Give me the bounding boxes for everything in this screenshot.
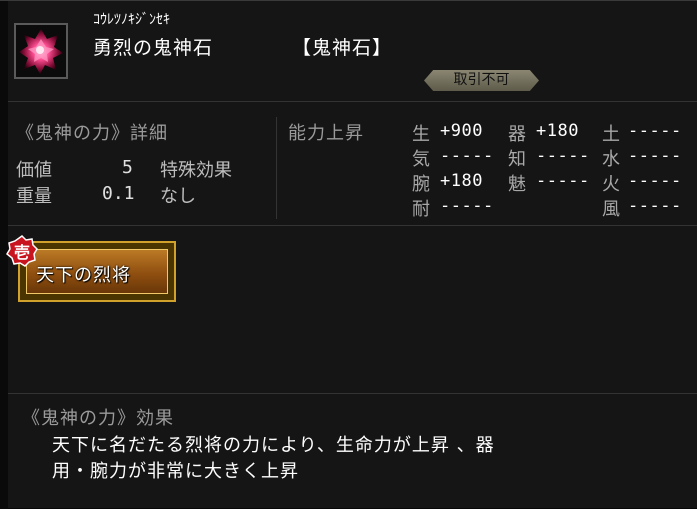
item-category: 【鬼神石】	[292, 37, 393, 59]
item-tooltip-panel: ｺｳﾚﾂﾉｷｼﾞﾝｾｷ 勇烈の鬼神石 【鬼神石】 取引不可 《鬼神の力》詳細 価…	[0, 0, 697, 509]
divider-bottom	[8, 393, 697, 394]
divider-top	[8, 101, 697, 102]
value-label: 価値	[16, 160, 52, 181]
trade-status-badge: 取引不可	[424, 70, 539, 91]
divider-middle	[8, 225, 697, 226]
stat-key: 腕	[412, 174, 430, 195]
skill-plate[interactable]: 天下の烈将	[18, 241, 176, 302]
special-effect-label: 特殊効果	[160, 160, 232, 181]
red-crystal-gem-icon	[14, 23, 68, 79]
stat-value: +180	[536, 121, 579, 141]
item-reading: ｺｳﾚﾂﾉｷｼﾞﾝｾｷ	[93, 12, 170, 28]
details-title: 《鬼神の力》詳細	[16, 123, 168, 144]
stat-value: -----	[536, 146, 590, 166]
stat-value: -----	[440, 146, 494, 166]
effect-title: 《鬼神の力》効果	[22, 408, 174, 429]
stat-key: 火	[602, 174, 620, 195]
stat-key: 気	[412, 149, 430, 170]
stat-value: -----	[536, 171, 590, 191]
stat-key: 水	[602, 149, 620, 170]
special-effect-value: なし	[160, 186, 196, 207]
skill-rank-badge: 壱	[6, 235, 38, 267]
stat-value: +180	[440, 171, 483, 191]
stat-key: 生	[412, 124, 430, 145]
stat-key: 風	[602, 199, 620, 220]
stat-key: 耐	[412, 199, 430, 220]
effect-text-line1: 天下に名だたる烈将の力により、生命力が上昇 、器	[52, 435, 495, 456]
abilities-title: 能力上昇	[288, 123, 364, 144]
stat-key: 器	[508, 124, 526, 145]
weight-number: 0.1	[102, 183, 135, 204]
stat-key: 知	[508, 149, 526, 170]
item-name: 勇烈の鬼神石	[93, 37, 214, 59]
skill-rank: 壱	[13, 243, 30, 262]
effect-text-line2: 用・腕力が非常に大きく上昇	[52, 461, 299, 482]
stat-value: -----	[628, 121, 682, 141]
stat-value: -----	[628, 196, 682, 216]
stat-value: -----	[628, 171, 682, 191]
stat-key: 土	[602, 124, 620, 145]
skill-label: 天下の烈将	[36, 265, 131, 286]
divider-vertical	[276, 117, 277, 219]
stat-key: 魅	[508, 174, 526, 195]
stat-value: -----	[628, 146, 682, 166]
value-number: 5	[122, 157, 133, 178]
stat-value: +900	[440, 121, 483, 141]
weight-label: 重量	[16, 186, 52, 207]
stat-value: -----	[440, 196, 494, 216]
